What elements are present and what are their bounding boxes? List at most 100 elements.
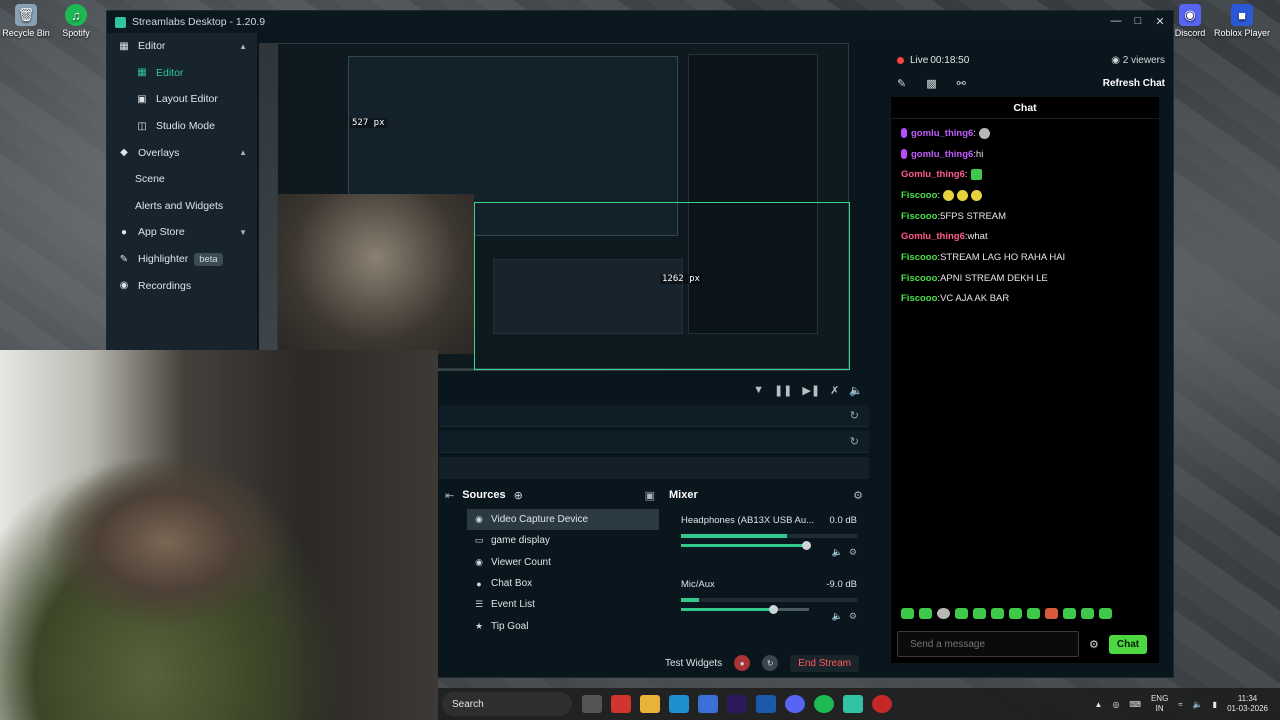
taskbar-search[interactable]: Search bbox=[442, 692, 572, 716]
source-item[interactable]: ▭ game display bbox=[467, 530, 659, 551]
chevron-up-icon[interactable]: ▲ bbox=[1095, 700, 1103, 709]
minimize-icon[interactable]: — bbox=[1109, 14, 1123, 28]
volume-icon[interactable]: 🔈 bbox=[849, 384, 863, 397]
emote-icon[interactable] bbox=[1081, 608, 1094, 619]
record-icon[interactable]: ● bbox=[734, 655, 751, 671]
edge-icon[interactable] bbox=[669, 695, 689, 713]
mute-icon[interactable]: 🔈 bbox=[832, 547, 843, 558]
source-item[interactable]: ● Chat Box bbox=[467, 573, 659, 594]
reload-icon[interactable]: ↻ bbox=[850, 435, 859, 448]
recent-emotes bbox=[901, 608, 1112, 619]
premiere-icon[interactable] bbox=[727, 695, 747, 713]
source-item[interactable]: ★ Tip Goal bbox=[467, 615, 659, 636]
chat-message: Fiscooo: STREAM LAG HO RAHA HAI bbox=[901, 251, 1066, 263]
volume-slider[interactable] bbox=[681, 541, 812, 550]
discord-icon[interactable] bbox=[785, 695, 805, 713]
title-bar[interactable]: Streamlabs Desktop - 1.20.9 bbox=[107, 11, 1173, 33]
source-item[interactable]: ◉ Video Capture Device bbox=[467, 509, 659, 531]
maximize-icon[interactable]: □ bbox=[1131, 14, 1145, 28]
highlighter-icon: ✎ bbox=[119, 253, 129, 265]
volume-slider[interactable] bbox=[681, 605, 809, 614]
desktop-icon-roblox[interactable]: ■ Roblox Player bbox=[1212, 4, 1272, 38]
wifi-icon[interactable]: ≈ bbox=[1178, 700, 1182, 709]
sidebar-item-layout-editor[interactable]: ▣ Layout Editor bbox=[107, 86, 257, 113]
chat-username: Fiscooo bbox=[901, 189, 938, 201]
sidebar-item-app-store[interactable]: ● App Store ▼ bbox=[107, 219, 257, 246]
add-source-icon[interactable]: ⊕ bbox=[514, 489, 523, 502]
task-view-icon[interactable] bbox=[582, 695, 602, 713]
selection-box[interactable] bbox=[474, 202, 850, 370]
source-folder-icon[interactable]: ▣ bbox=[645, 489, 655, 502]
scene-row[interactable]: ↻ bbox=[439, 431, 869, 453]
emote-icon[interactable] bbox=[973, 608, 986, 619]
microphone-icon[interactable]: ◎ bbox=[1112, 700, 1119, 709]
test-widgets-button[interactable]: Test Widgets bbox=[665, 658, 722, 669]
app-icon[interactable] bbox=[611, 695, 631, 713]
sidebar-item-studio-mode[interactable]: ◫ Studio Mode bbox=[107, 113, 257, 140]
chat-settings-icon[interactable]: ⚙ bbox=[1089, 638, 1099, 651]
scene-row[interactable]: ↻ bbox=[439, 405, 869, 427]
sidebar-item-scene[interactable]: Scene bbox=[107, 166, 257, 193]
live-time: 00:18:50 bbox=[930, 54, 970, 66]
channel-settings-icon[interactable]: ⚙ bbox=[849, 611, 857, 622]
collapse-icon[interactable]: ⇤ bbox=[445, 489, 454, 502]
spotify-icon[interactable] bbox=[814, 695, 834, 713]
channel-settings-icon[interactable]: ⚙ bbox=[849, 547, 857, 558]
filter-icon[interactable]: ▼ bbox=[753, 384, 764, 396]
emote-icon[interactable] bbox=[901, 608, 914, 619]
recycle-bin-icon: 🗑 bbox=[15, 4, 37, 26]
emote-icon[interactable] bbox=[919, 608, 932, 619]
stream-preview[interactable]: 527 px 1262 px bbox=[259, 43, 850, 371]
sidebar-item-recordings[interactable]: ◉ Recordings bbox=[107, 272, 257, 299]
emote-icon[interactable] bbox=[1045, 608, 1058, 619]
end-stream-button[interactable]: End Stream bbox=[790, 654, 859, 672]
close-icon[interactable]: ✕ bbox=[1153, 14, 1167, 28]
emote-icon[interactable] bbox=[1027, 608, 1040, 619]
emote-icon[interactable] bbox=[991, 608, 1004, 619]
keyboard-icon[interactable]: ⌨ bbox=[1129, 700, 1141, 709]
sidebar-item-overlays[interactable]: ◆ Overlays ▲ bbox=[107, 139, 257, 166]
sidebar-item-highlighter[interactable]: ✎ Highlighter beta bbox=[107, 246, 257, 273]
emote-icon[interactable] bbox=[937, 608, 950, 619]
chat-send-button[interactable]: Chat bbox=[1108, 634, 1148, 654]
source-item[interactable]: ◉ Viewer Count bbox=[467, 552, 659, 573]
streamlabs-icon[interactable] bbox=[843, 695, 863, 713]
mute-icon[interactable]: 🔈 bbox=[832, 611, 843, 622]
chat-input-row: ⚙ Chat bbox=[897, 631, 1153, 657]
file-explorer-icon[interactable] bbox=[640, 695, 660, 713]
replay-icon[interactable]: ↻ bbox=[762, 655, 779, 671]
desktop-icon-spotify[interactable]: ♫ Spotify bbox=[46, 4, 106, 38]
language-indicator[interactable]: ENG IN bbox=[1151, 694, 1168, 714]
reload-icon[interactable]: ↻ bbox=[850, 409, 859, 422]
clock-date: 01-03-2026 bbox=[1227, 704, 1268, 713]
emote-icon[interactable] bbox=[1063, 608, 1076, 619]
pause-icon[interactable]: ❚❚ bbox=[774, 384, 792, 397]
share-icon[interactable]: ⚯ bbox=[957, 77, 966, 90]
emote-icon[interactable] bbox=[1009, 608, 1022, 619]
battery-icon[interactable]: ▮ bbox=[1213, 700, 1217, 709]
chat-username: Fiscooo bbox=[901, 210, 938, 222]
chat-message-input[interactable] bbox=[897, 631, 1079, 657]
speaker-icon[interactable]: 🔈 bbox=[1193, 700, 1203, 709]
sidebar-item-alerts-widgets[interactable]: Alerts and Widgets bbox=[107, 193, 257, 220]
skip-icon[interactable]: ▶❚ bbox=[802, 384, 820, 397]
refresh-chat-button[interactable]: Refresh Chat bbox=[1103, 78, 1165, 89]
camera-icon[interactable]: ▩ bbox=[926, 77, 936, 90]
overlays-icon: ◆ bbox=[120, 147, 128, 159]
app-icon[interactable] bbox=[872, 695, 892, 713]
emote-icon[interactable] bbox=[955, 608, 968, 619]
sidebar-item-editor[interactable]: ▦ Editor bbox=[107, 60, 257, 87]
source-item[interactable]: ☰ Event List bbox=[467, 594, 659, 615]
mute-alerts-icon[interactable]: ✗ bbox=[830, 384, 839, 397]
store-icon[interactable] bbox=[698, 695, 718, 713]
beta-badge: beta bbox=[194, 252, 223, 266]
channel-name: Headphones (AB13X USB Au... bbox=[681, 515, 815, 526]
app-icon[interactable] bbox=[756, 695, 776, 713]
emote-icon[interactable] bbox=[1099, 608, 1112, 619]
taskbar-apps bbox=[582, 695, 892, 713]
mixer-settings-icon[interactable]: ⚙ bbox=[853, 489, 863, 502]
pencil-icon[interactable]: ✎ bbox=[897, 77, 906, 90]
sidebar-item-editor-group[interactable]: ▦ Editor ▲ bbox=[107, 33, 257, 60]
clock[interactable]: 11:34 01-03-2026 bbox=[1227, 694, 1268, 714]
chat-text: what bbox=[967, 231, 988, 243]
